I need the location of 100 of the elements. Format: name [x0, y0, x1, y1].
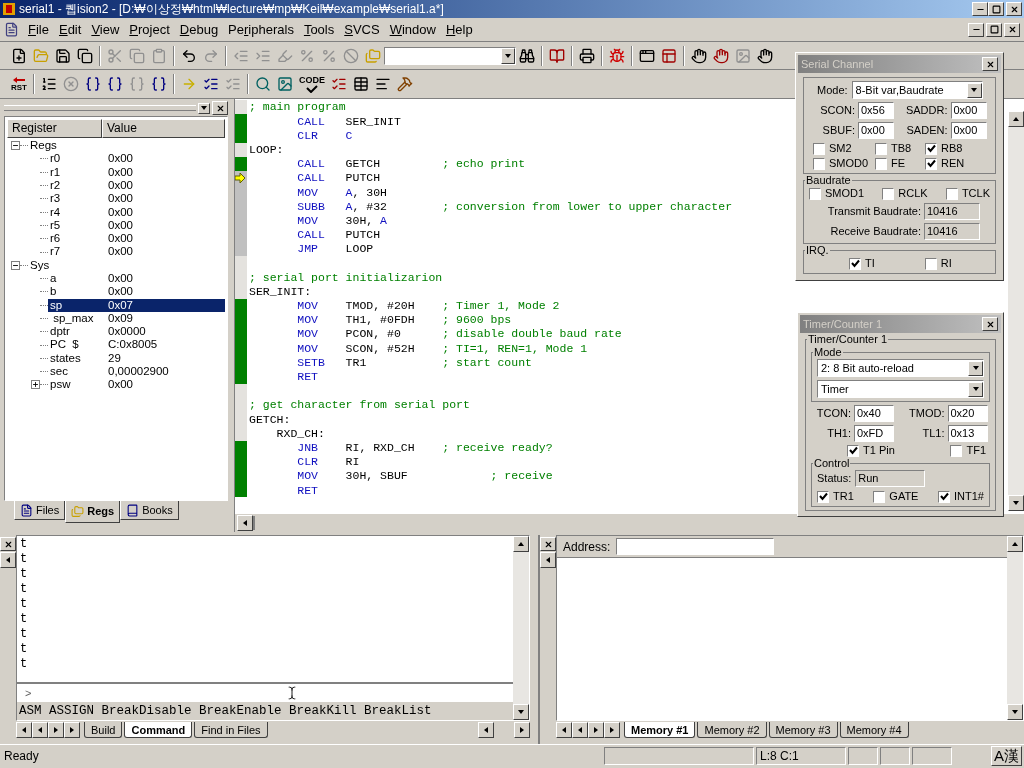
register-row[interactable]: sp_max 0x09: [48, 312, 225, 325]
checkbox[interactable]: [882, 187, 895, 200]
tab[interactable]: Books: [120, 501, 179, 520]
menu-item[interactable]: Tools: [298, 19, 340, 40]
register-row[interactable]: sec 0,00002900: [48, 365, 225, 379]
scroll-down-button[interactable]: [1007, 704, 1023, 720]
close-button[interactable]: [212, 101, 228, 115]
tree-group-label[interactable]: Sys: [28, 256, 50, 274]
panels-icon[interactable]: [661, 47, 677, 64]
close-button[interactable]: [540, 537, 556, 551]
maximize-button[interactable]: [988, 2, 1004, 16]
close-button[interactable]: [982, 57, 998, 71]
close-button[interactable]: [1004, 22, 1020, 37]
scroll-up-button[interactable]: [1008, 111, 1024, 127]
tab[interactable]: Memory #4: [839, 722, 909, 738]
command-input-field[interactable]: >: [17, 684, 513, 702]
checkbox[interactable]: [849, 257, 861, 270]
collapse-icon[interactable]: [11, 141, 20, 151]
register-row[interactable]: r2 0x00: [48, 179, 225, 193]
tab[interactable]: Memory #2: [697, 722, 767, 738]
scroll-down-button[interactable]: [1008, 495, 1024, 511]
expand-icon[interactable]: [31, 380, 40, 390]
ime-indicator[interactable]: A漢: [991, 745, 1022, 766]
mode-dropdown[interactable]: 8-Bit var,Baudrate: [851, 81, 983, 99]
printer-icon[interactable]: [579, 47, 595, 64]
menu-item[interactable]: File: [23, 19, 54, 40]
checkbox[interactable]: [813, 142, 825, 155]
menu-item[interactable]: Peripherals: [223, 19, 299, 40]
undo-icon[interactable]: [181, 47, 197, 64]
tab-scroll-button[interactable]: [48, 722, 64, 738]
window-icon[interactable]: [639, 47, 655, 64]
close-button[interactable]: [982, 317, 998, 331]
dropdown-button[interactable]: [966, 82, 982, 98]
mode-dropdown[interactable]: Timer: [817, 380, 984, 398]
tab[interactable]: Regs: [65, 501, 121, 523]
tab-scroll-button[interactable]: [556, 722, 572, 738]
vertical-scrollbar[interactable]: [513, 536, 529, 720]
clipboard-icon[interactable]: [151, 47, 167, 64]
register-row[interactable]: r3 0x00: [48, 192, 225, 206]
book-icon[interactable]: [549, 47, 565, 64]
column-header[interactable]: Value: [102, 119, 225, 138]
list-icon[interactable]: [41, 76, 57, 92]
checkbox[interactable]: [817, 490, 829, 503]
checkbox[interactable]: [925, 142, 937, 155]
dropdown-button[interactable]: [968, 360, 983, 376]
register-row[interactable]: r0 0x00: [48, 152, 225, 166]
tab[interactable]: Files: [14, 501, 66, 520]
minimize-button[interactable]: [972, 2, 988, 16]
scroll-up-button[interactable]: [1007, 536, 1023, 552]
panel-menu-button[interactable]: [198, 102, 210, 114]
scroll-down-button[interactable]: [513, 704, 529, 720]
close-button[interactable]: [1006, 2, 1022, 16]
register-row[interactable]: PC $ C:0x8005: [48, 338, 225, 352]
find-combobox[interactable]: [384, 46, 516, 65]
value-field[interactable]: 0x00: [950, 102, 987, 119]
checklist-icon[interactable]: [331, 76, 347, 92]
scroll-left-button[interactable]: [478, 722, 494, 738]
dropdown-button[interactable]: [968, 381, 983, 397]
hand-icon[interactable]: [691, 47, 707, 64]
dock-button[interactable]: [540, 552, 556, 568]
menu-item[interactable]: View: [86, 19, 125, 40]
checkbox[interactable]: [950, 444, 963, 457]
tab[interactable]: Memory #1: [624, 722, 696, 738]
register-row[interactable]: psw 0x00: [48, 378, 225, 392]
checkbox[interactable]: [875, 142, 887, 155]
debug-icon[interactable]: [609, 47, 625, 64]
value-field[interactable]: 0xFD: [854, 425, 894, 442]
tab[interactable]: Memory #3: [768, 722, 838, 738]
dock-button[interactable]: [0, 552, 16, 568]
vertical-scrollbar[interactable]: [1008, 111, 1024, 511]
search-icon[interactable]: [255, 76, 271, 92]
register-row[interactable]: dptr 0x0000: [48, 325, 225, 339]
braces-icon[interactable]: [151, 76, 167, 92]
tab[interactable]: Build: [84, 722, 123, 738]
value-field[interactable]: 0x56: [858, 102, 894, 119]
checkbox[interactable]: [875, 157, 887, 170]
scroll-left-button[interactable]: [237, 515, 253, 531]
marker-icon[interactable]: [277, 47, 293, 64]
minimize-button[interactable]: [968, 22, 984, 37]
value-field[interactable]: 0x13: [947, 425, 988, 442]
save-icon[interactable]: [55, 47, 71, 64]
new-file-icon[interactable]: [11, 47, 27, 64]
binoculars-icon[interactable]: [519, 47, 535, 64]
menu-item[interactable]: Edit: [53, 19, 87, 40]
value-field[interactable]: 0x00: [950, 122, 987, 139]
vertical-scrollbar[interactable]: [1007, 536, 1023, 720]
checkbox[interactable]: [945, 187, 958, 200]
maximize-button[interactable]: [986, 22, 1002, 37]
tab-scroll-button[interactable]: [64, 722, 80, 738]
register-row[interactable]: r7 0x00: [48, 245, 225, 259]
checkbox[interactable]: [809, 187, 821, 200]
align-left-icon[interactable]: [375, 76, 391, 92]
collapse-icon[interactable]: [11, 260, 20, 270]
checkbox[interactable]: [925, 157, 937, 170]
register-row[interactable]: r1 0x00: [48, 165, 225, 179]
scroll-up-button[interactable]: [513, 536, 529, 552]
register-row[interactable]: states 29: [48, 351, 225, 365]
value-field[interactable]: 0x20: [947, 405, 988, 422]
hammer-icon[interactable]: [397, 76, 413, 92]
table-icon[interactable]: [353, 76, 369, 92]
